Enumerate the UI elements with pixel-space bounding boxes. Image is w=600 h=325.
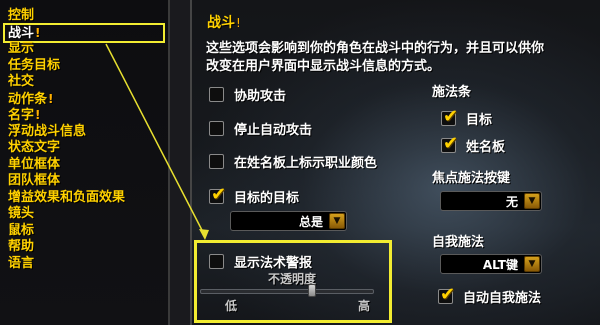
- panel-description: 这些选项会影响到你的角色在战斗中的行为，并且可以供你改变在用户界面中显示战斗信息…: [206, 41, 545, 74]
- stop-auto-attack-option[interactable]: 停止自动攻击: [209, 118, 312, 138]
- category-item[interactable]: 战斗!: [8, 25, 125, 42]
- cast-bar-nameplate-checkbox[interactable]: ✔: [441, 133, 458, 154]
- category-item[interactable]: 显示: [8, 41, 125, 58]
- category-label: 浮动战斗信息: [8, 123, 87, 139]
- self-cast-value: ALT键: [482, 257, 518, 272]
- category-label: 状态文字: [8, 140, 61, 155]
- category-item[interactable]: 控制: [8, 8, 125, 25]
- category-item[interactable]: 镜头: [8, 206, 125, 223]
- stop-auto-attack-checkbox[interactable]: [209, 120, 224, 136]
- category-label: 镜头: [8, 206, 35, 221]
- cast-bar-target-label: 目标: [466, 112, 493, 128]
- assist-attack-label: 协助攻击: [234, 88, 287, 104]
- category-label: 战斗: [8, 25, 35, 41]
- category-label: 控制: [8, 8, 35, 23]
- category-item[interactable]: 语言: [8, 256, 125, 273]
- auto-self-cast-option[interactable]: ✔ 自动自我施法: [438, 284, 542, 306]
- category-list: 控制 战斗! 显示 任务目标 社交 动作条! 名字! 浮动战斗信息 状态文字 单位框体 团队框体 增益…: [8, 8, 125, 272]
- category-label: 增益效果和负面效果: [8, 189, 126, 205]
- warning-icon: !: [48, 91, 54, 106]
- assist-attack-checkbox[interactable]: [209, 86, 224, 102]
- category-label: 动作条: [8, 91, 48, 107]
- category-label: 帮助: [8, 239, 35, 254]
- target-of-target-label: 目标的目标: [234, 190, 300, 206]
- category-item[interactable]: 任务目标: [8, 58, 125, 75]
- category-label: 名字: [8, 108, 35, 123]
- dropdown-arrow-icon[interactable]: ▼: [329, 213, 345, 229]
- nameplate-class-color-label: 在姓名板上标示职业颜色: [234, 155, 378, 171]
- annotation-highlight-box: [194, 240, 392, 323]
- category-label: 显示: [8, 41, 35, 56]
- category-label: 鼠标: [8, 222, 35, 238]
- auto-self-cast-label: 自动自我施法: [463, 290, 542, 306]
- category-item[interactable]: 状态文字: [8, 140, 125, 157]
- panel-title-text: 战斗: [207, 15, 235, 31]
- category-panel: 控制 战斗! 显示 任务目标 社交 动作条! 名字! 浮动战斗信息 状态文字 单位框体 团队框体 增益…: [0, 0, 170, 325]
- target-of-target-checkbox[interactable]: ✔: [209, 184, 226, 205]
- category-label: 社交: [8, 74, 35, 89]
- focus-cast-key-dropdown[interactable]: 无 ▼: [440, 191, 542, 211]
- stop-auto-attack-label: 停止自动攻击: [234, 122, 313, 138]
- category-item[interactable]: 单位框体: [8, 157, 125, 174]
- category-label: 团队框体: [8, 173, 61, 188]
- target-of-target-value: 总是: [298, 214, 323, 229]
- category-label: 单位框体: [8, 156, 61, 172]
- category-item[interactable]: 帮助: [8, 239, 125, 256]
- category-item[interactable]: 名字!: [8, 107, 125, 124]
- category-label: 语言: [8, 255, 35, 271]
- cast-bar-nameplate-option[interactable]: ✔ 姓名板: [441, 133, 506, 155]
- cast-bar-target-checkbox[interactable]: ✔: [441, 106, 458, 127]
- dropdown-arrow-icon[interactable]: ▼: [524, 193, 540, 209]
- nameplate-class-color-option[interactable]: 在姓名板上标示职业颜色: [209, 151, 377, 171]
- category-item[interactable]: 鼠标: [8, 223, 125, 240]
- target-of-target-dropdown[interactable]: 总是 ▼: [230, 211, 347, 231]
- check-icon: ✔: [443, 105, 459, 127]
- focus-cast-key-label: 焦点施法按键: [432, 171, 511, 186]
- nameplate-class-color-checkbox[interactable]: [209, 153, 224, 169]
- self-cast-dropdown[interactable]: ALT键 ▼: [440, 254, 542, 274]
- dropdown-arrow-icon[interactable]: ▼: [524, 256, 540, 272]
- auto-self-cast-checkbox[interactable]: ✔: [438, 284, 455, 305]
- category-item[interactable]: 增益效果和负面效果: [8, 190, 125, 207]
- warning-icon: !: [236, 16, 241, 30]
- check-icon: ✔: [211, 183, 227, 205]
- cast-bar-nameplate-label: 姓名板: [466, 139, 506, 155]
- category-label: 任务目标: [8, 57, 61, 73]
- category-item[interactable]: 动作条!: [8, 91, 125, 108]
- check-icon: ✔: [440, 283, 456, 305]
- panel-title: 战斗!: [207, 12, 241, 32]
- cast-bar-target-option[interactable]: ✔ 目标: [441, 106, 493, 128]
- category-item[interactable]: 浮动战斗信息: [8, 124, 125, 141]
- self-cast-label: 自我施法: [432, 235, 485, 250]
- target-of-target-option[interactable]: ✔ 目标的目标: [209, 184, 300, 206]
- warning-icon: !: [35, 25, 41, 40]
- assist-attack-option[interactable]: 协助攻击: [209, 84, 286, 104]
- focus-cast-key-value: 无: [505, 194, 518, 209]
- warning-icon: !: [35, 108, 41, 122]
- cast-bars-label: 施法条: [432, 85, 472, 100]
- category-item[interactable]: 团队框体: [8, 173, 125, 190]
- category-item[interactable]: 社交: [8, 74, 125, 91]
- check-icon: ✔: [443, 132, 459, 154]
